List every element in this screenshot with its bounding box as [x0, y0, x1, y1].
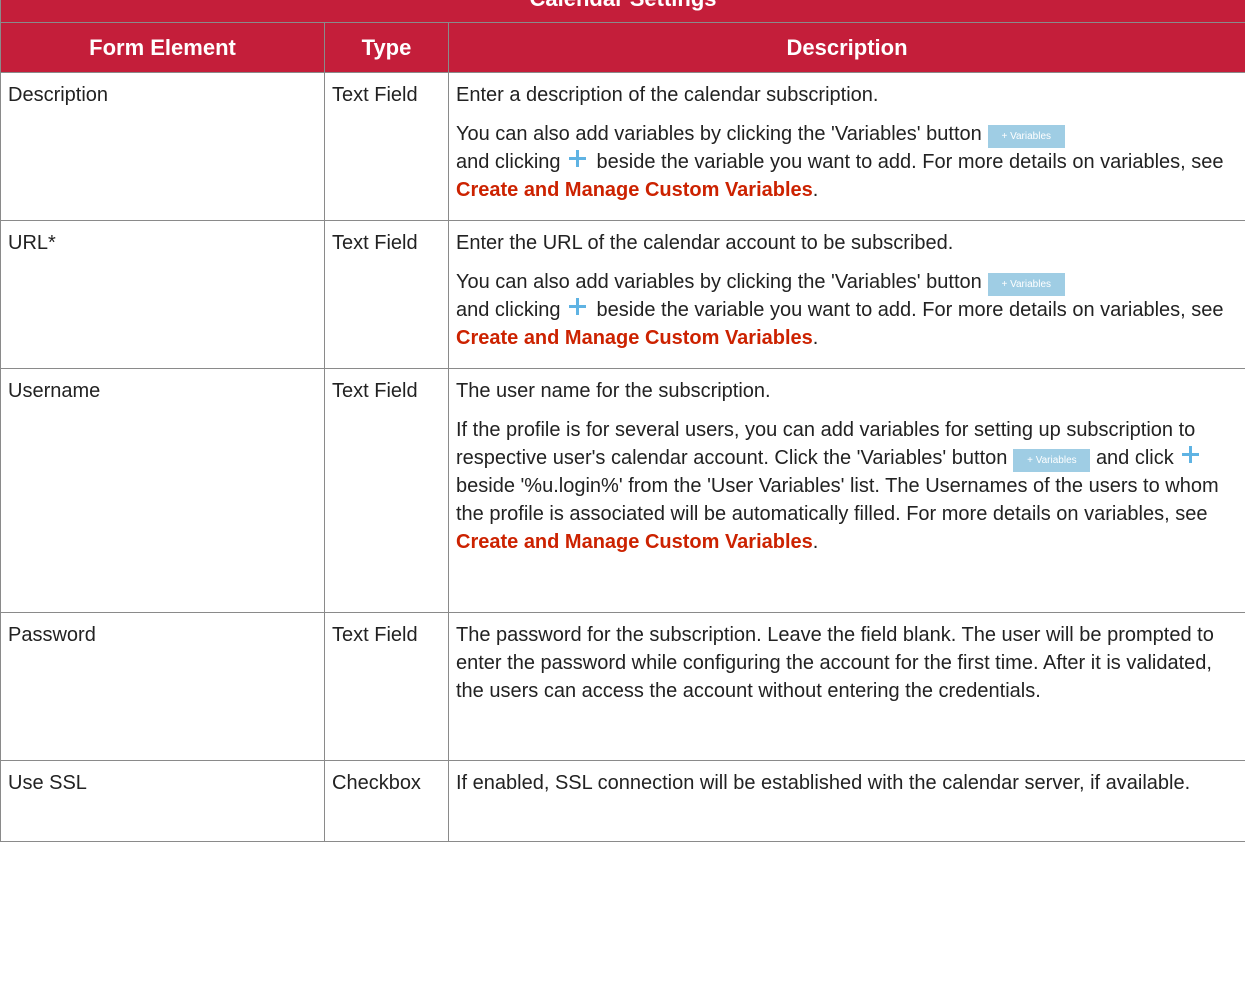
cell-element: Description	[0, 72, 325, 221]
help-text-mid: and click	[1095, 447, 1174, 469]
help-text-end: .	[812, 531, 819, 553]
help-text-start: You can also add variables by clicking t…	[456, 271, 982, 293]
cell-element: URL*	[0, 220, 325, 369]
table-row-use-ssl: Use SSL Checkbox If enabled, SSL connect…	[0, 760, 1245, 842]
table-title-row: Calendar Settings	[0, 0, 1245, 23]
table-header-row: Form Element Type Description	[0, 22, 1245, 73]
variables-help-text: You can also add variables by clicking t…	[456, 268, 1239, 352]
cell-type: Text Field	[324, 220, 449, 369]
description-text: The password for the subscription. Leave…	[456, 624, 1214, 702]
custom-variables-link[interactable]: Create and Manage Custom Variables	[456, 531, 813, 553]
variables-help-text: If the profile is for several users, you…	[456, 416, 1239, 556]
variables-help-text: You can also add variables by clicking t…	[456, 120, 1239, 204]
description-text: If enabled, SSL connection will be estab…	[456, 772, 1191, 794]
cell-description: The user name for the subscription. If t…	[447, 368, 1245, 613]
cell-description: If enabled, SSL connection will be estab…	[447, 760, 1245, 842]
table-row-username: Username Text Field The user name for th…	[0, 368, 1245, 613]
help-text-end: .	[812, 327, 819, 349]
description-text: Enter the URL of the calendar account to…	[456, 232, 954, 254]
cell-type: Text Field	[324, 368, 449, 613]
plus-icon	[568, 298, 586, 315]
cell-description: Enter the URL of the calendar account to…	[447, 220, 1245, 369]
help-text-after-plus: beside the variable you want to add. For…	[596, 299, 1224, 321]
header-form-element: Form Element	[0, 22, 325, 73]
custom-variables-link[interactable]: Create and Manage Custom Variables	[456, 327, 813, 349]
cell-element: Username	[0, 368, 325, 613]
header-description: Description	[447, 22, 1245, 73]
plus-icon	[568, 150, 586, 167]
description-text: Enter a description of the calendar subs…	[456, 84, 879, 106]
cell-description: Enter a description of the calendar subs…	[447, 72, 1245, 221]
plus-icon	[1181, 446, 1199, 463]
variables-button[interactable]: + Variables	[1013, 449, 1091, 472]
help-text-after-plus: beside the variable you want to add. For…	[596, 151, 1224, 173]
cell-description: The password for the subscription. Leave…	[447, 612, 1245, 761]
help-text-mid: and clicking	[456, 299, 561, 321]
help-text-start: You can also add variables by clicking t…	[456, 123, 982, 145]
help-text-end: .	[812, 179, 819, 201]
variables-button[interactable]: + Variables	[987, 273, 1065, 296]
description-text: The user name for the subscription.	[456, 380, 771, 402]
table-row-description: Description Text Field Enter a descripti…	[0, 72, 1245, 221]
help-text-mid: and clicking	[456, 151, 561, 173]
cell-element: Use SSL	[0, 760, 325, 842]
table-row-password: Password Text Field The password for the…	[0, 612, 1245, 761]
cell-element: Password	[0, 612, 325, 761]
cell-type: Checkbox	[324, 760, 449, 842]
header-type: Type	[324, 22, 449, 73]
cell-type: Text Field	[324, 72, 449, 221]
custom-variables-link[interactable]: Create and Manage Custom Variables	[456, 179, 813, 201]
table-row-url: URL* Text Field Enter the URL of the cal…	[0, 220, 1245, 369]
variables-button[interactable]: + Variables	[987, 125, 1065, 148]
table-title: Calendar Settings	[0, 0, 1245, 23]
cell-type: Text Field	[324, 612, 449, 761]
help-text-after-plus: beside '%u.login%' from the 'User Variab…	[456, 475, 1219, 525]
calendar-settings-table: Calendar Settings Form Element Type Desc…	[0, 0, 1245, 842]
